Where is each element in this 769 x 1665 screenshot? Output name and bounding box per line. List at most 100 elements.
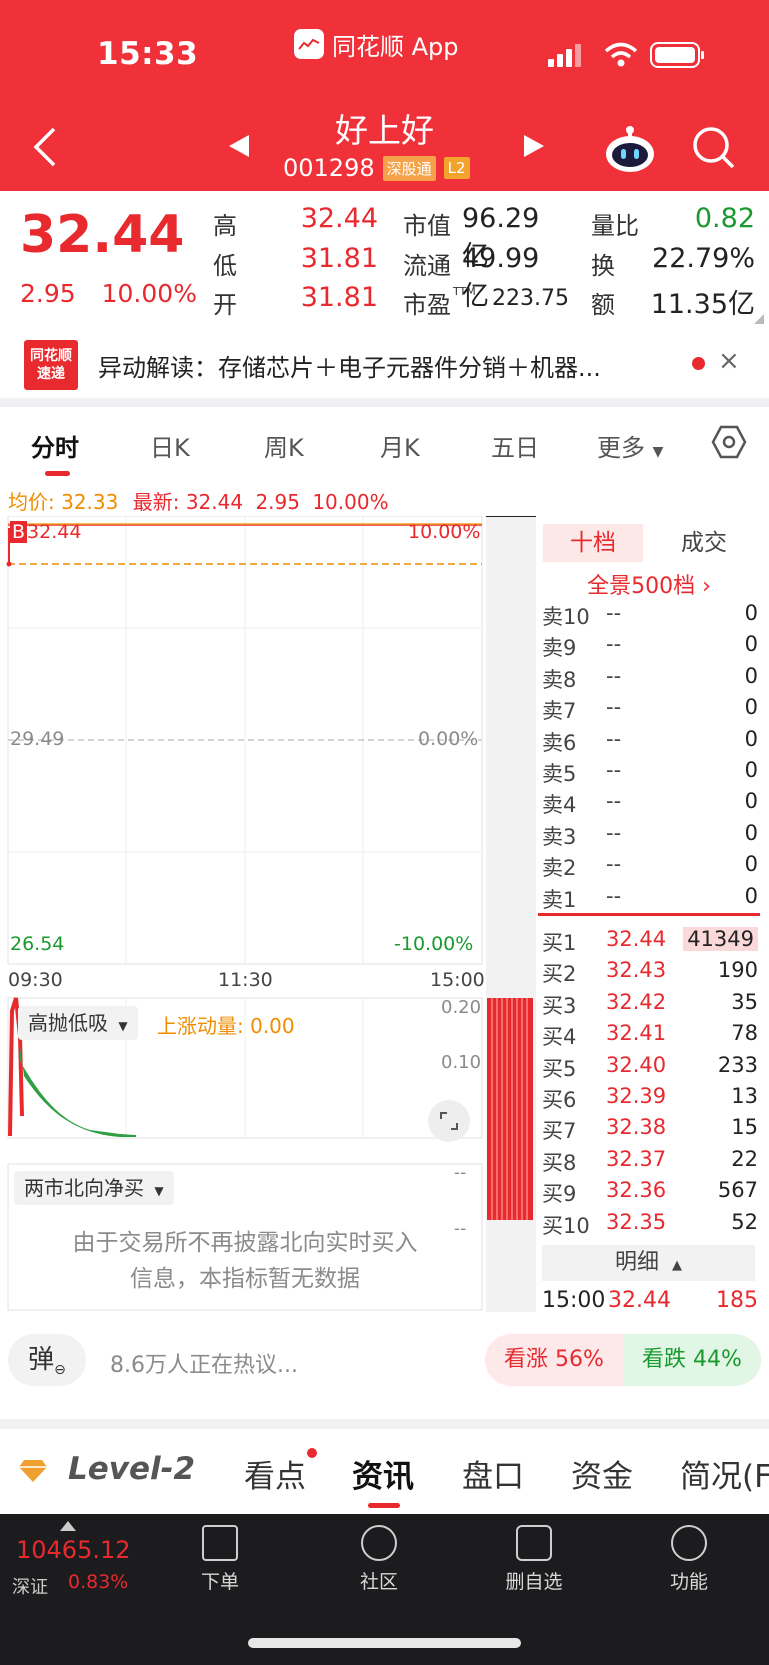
diamond-icon [19,1460,47,1482]
tab-weekly-k[interactable]: 周K [264,428,304,463]
chart-tabs: 分时 日K 周K 月K 五日 更多 ▼ [0,408,769,478]
chart-legend: 均价: 32.33 最新: 32.44 2.95 10.00% [8,486,389,515]
ask-row[interactable]: 卖2 -- 0 [542,849,758,880]
bear-button[interactable]: 看跌 44% [623,1334,761,1386]
latest-percent: 10.00% [312,490,389,514]
tab-more[interactable]: 更多 ▼ [597,428,663,463]
bid-row[interactable]: 买3 32.42 35 [542,987,758,1018]
ask-row[interactable]: 卖5 -- 0 [542,755,758,786]
hot-discussion[interactable]: 8.6万人正在热议... [110,1347,298,1379]
tab-five-day[interactable]: 五日 [491,428,539,463]
bid-row[interactable]: 买10 32.35 52 [542,1207,758,1238]
ask-row[interactable]: 卖1 -- 0 [542,881,758,912]
ask-row[interactable]: 卖9 -- 0 [542,629,758,660]
ask-row[interactable]: 卖7 -- 0 [542,692,758,723]
trade-price: 32.44 [608,1288,671,1313]
level-label: 卖7 [542,699,577,724]
time-start: 09:30 [8,969,63,991]
tab-trades[interactable]: 成交 [654,524,754,562]
level-price: -- [606,726,622,751]
index-up-icon [60,1521,76,1531]
label-high: 高 [213,212,237,240]
fullscreen-button[interactable] [428,1100,470,1142]
search-icon[interactable] [692,126,736,170]
full-depth-link[interactable]: 全景500档 › [543,568,755,600]
bid-row[interactable]: 买9 32.36 567 [542,1175,758,1206]
battery-icon [650,42,704,68]
northbound-dash1: -- [454,1163,467,1183]
level-badge: L2 [443,157,470,179]
level-label: 卖10 [542,605,590,629]
label-amount: 额 [591,291,615,319]
index-name: 深证 [12,1577,48,1598]
tab-ten-levels[interactable]: 十档 [543,524,643,562]
bid-row[interactable]: 买7 32.38 15 [542,1112,758,1143]
level-label: 买1 [542,931,577,955]
time-mid: 11:30 [218,969,273,991]
indicator-selector[interactable]: 高抛低吸 ▼ [18,1006,138,1040]
order-button[interactable]: 下单 [180,1525,260,1594]
level-price: -- [606,601,622,625]
level-price: -- [606,758,622,782]
avg-price: 均价: 32.33 [8,490,119,514]
bid-row[interactable]: 买2 32.43 190 [542,955,758,986]
ask-row[interactable]: 卖6 -- 0 [542,724,758,755]
bull-button[interactable]: 看涨 56% [485,1334,623,1386]
tab-daily-k[interactable]: 日K [150,428,190,463]
bid-row[interactable]: 买8 32.37 22 [542,1144,758,1175]
bid-row[interactable]: 买6 32.39 13 [542,1081,758,1112]
bid-row[interactable]: 买4 32.41 78 [542,1018,758,1049]
time-end: 15:00 [430,969,485,991]
change-value: 2.95 [20,279,76,308]
level-volume: 0 [744,663,758,688]
nav-level2[interactable]: Level-2 [68,1451,195,1487]
indicator-momentum: 上涨动量: 0.00 [157,1014,295,1038]
index-value[interactable]: 10465.12 [16,1536,131,1564]
level-price: 32.43 [606,958,667,983]
nav-news[interactable]: 资讯 [352,1451,414,1496]
index-percent: 0.83% [68,1571,129,1593]
value-open: 31.81 [300,282,378,313]
stock-code-row: 001298 深股通 L2 [283,154,470,182]
bid-row[interactable]: 买5 32.40 233 [542,1050,758,1081]
nav-profile[interactable]: 简况(F [680,1451,769,1496]
tab-intraday[interactable]: 分时 [31,428,79,463]
trade-time: 15:00 [542,1288,606,1313]
functions-button[interactable]: 功能 [649,1525,729,1594]
news-close-button[interactable]: × [718,346,740,376]
nav-badge-dot [307,1448,317,1458]
level-label: 卖8 [542,667,577,692]
expand-corner-icon[interactable] [754,314,764,324]
app-return-pill[interactable]: 同花顺 App [294,26,459,62]
settings-icon[interactable] [711,424,747,460]
divider [0,1419,769,1429]
trade-volume: 185 [716,1288,758,1313]
chart-mid-pct: 0.00% [418,728,479,750]
robot-assistant-icon[interactable] [604,124,656,174]
nav-funds[interactable]: 资金 [571,1451,633,1496]
label-float: 流通 [403,252,451,280]
ask-row[interactable]: 卖3 -- 0 [542,818,758,849]
next-stock-icon[interactable] [522,133,546,159]
northbound-selector[interactable]: 两市北向净买 ▼ [14,1171,174,1205]
dropdown-icon: ▼ [154,1184,164,1198]
level-label: 买6 [542,1088,577,1112]
level-label: 买9 [542,1182,577,1207]
ask-row[interactable]: 卖8 -- 0 [542,661,758,692]
remove-watchlist-button[interactable]: 删自选 [494,1525,574,1594]
bid-row[interactable]: 买1 32.44 41349 [542,924,758,955]
community-button[interactable]: 社区 [339,1525,419,1594]
level-volume: 41349 [683,927,758,951]
market-badge: 深股通 [382,155,436,181]
level-price: 32.42 [606,989,667,1014]
value-turnover: 22.79% [652,243,755,274]
nav-orderbook[interactable]: 盘口 [462,1451,524,1496]
danmaku-button[interactable]: 弹⊖ [8,1334,86,1386]
ask-row[interactable]: 卖10 -- 0 [542,598,758,629]
news-banner[interactable]: 同花顺 速递 异动解读：存储芯片＋电子元器件分销＋机器... [0,330,769,398]
tab-monthly-k[interactable]: 月K [380,428,420,463]
nav-highlights[interactable]: 看点 [244,1451,306,1496]
app-name: 同花顺 App [332,32,459,61]
detail-toggle[interactable]: 明细 ▲ [542,1245,755,1281]
ask-row[interactable]: 卖4 -- 0 [542,786,758,817]
